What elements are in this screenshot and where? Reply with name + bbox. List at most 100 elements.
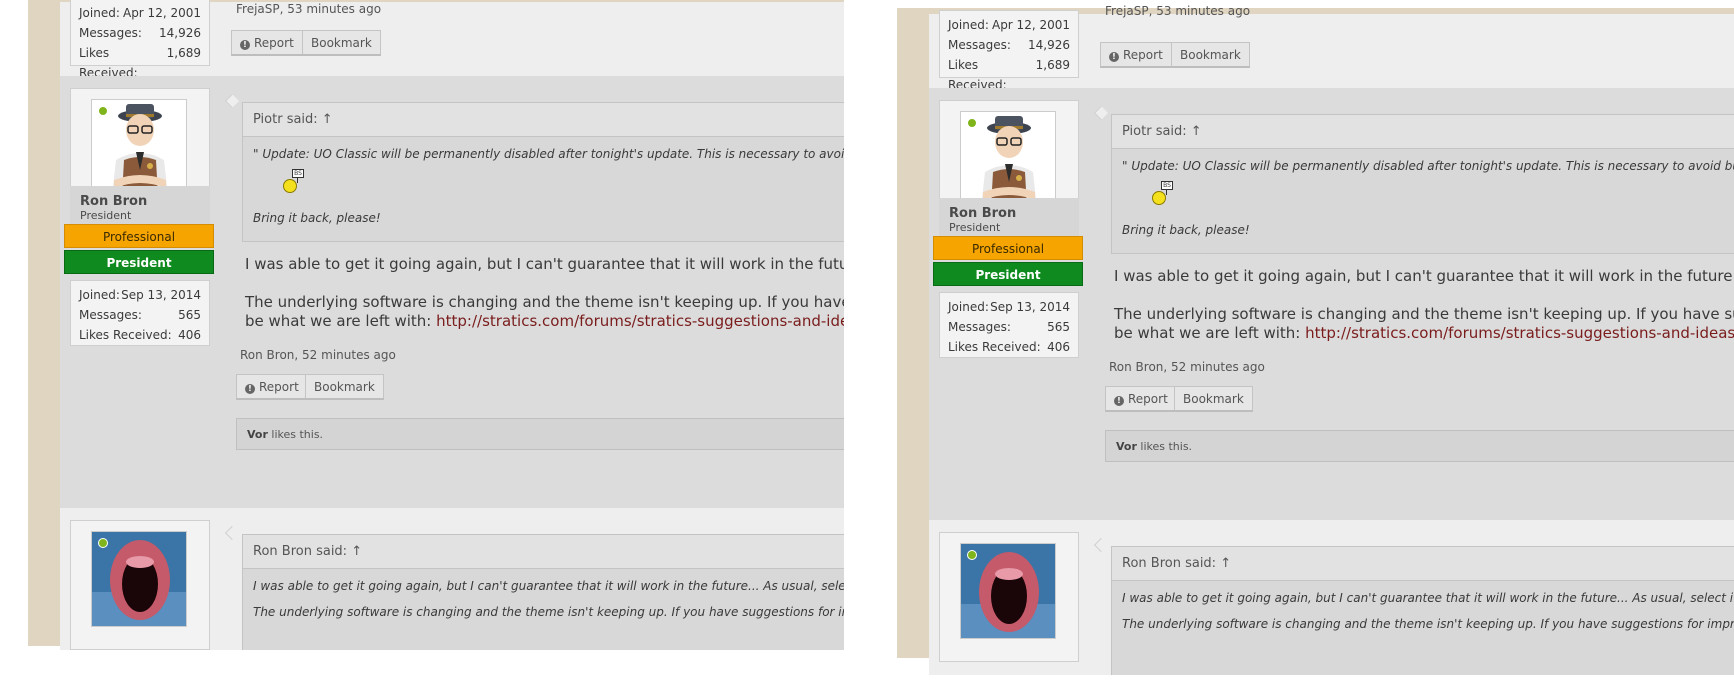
joined-label: Joined: [948, 18, 989, 32]
next-user-avatar-card [70, 520, 210, 650]
sign-emote-icon: BS [273, 169, 313, 205]
quote-line-2: The underlying software is changing and … [253, 605, 844, 619]
bookmark-label: Bookmark [1183, 392, 1244, 406]
likes-label: Likes Received: [948, 340, 1041, 354]
avatar[interactable] [91, 99, 187, 195]
report-button[interactable]: ! Report [231, 30, 303, 56]
likes-suffix: likes this. [267, 428, 324, 441]
messages-label: Messages: [79, 26, 142, 40]
bookmark-button[interactable]: Bookmark [305, 374, 384, 400]
suggestions-link[interactable]: http://stratics.com/forums/stratics-sugg… [436, 312, 844, 330]
post-body-line-2: The underlying software is changing and … [1114, 305, 1734, 323]
post-pointer [1093, 537, 1109, 553]
sign-emote-icon: BS [1142, 181, 1182, 217]
messages-value[interactable]: 565 [178, 305, 201, 325]
user-title: President [80, 209, 132, 222]
post-meta[interactable]: Ron Bron, 52 minutes ago [1109, 360, 1265, 374]
post-body-line-3: be what we are left with: http://stratic… [1114, 323, 1734, 343]
likes-user-link[interactable]: Vor [1116, 440, 1137, 453]
joined-label: Joined: [948, 300, 989, 314]
likes-label: Likes Received: [948, 58, 1007, 92]
post-meta[interactable]: Ron Bron, 52 minutes ago [240, 348, 396, 362]
online-indicator-icon [98, 106, 108, 116]
report-label: Report [1123, 48, 1163, 62]
quote-block: Ron Bron said: ↑ I was able to get it go… [1111, 546, 1734, 686]
previous-post-meta[interactable]: FrejaSP, 53 minutes ago [1105, 4, 1250, 18]
likes-value: 406 [178, 328, 201, 342]
previous-post: Joined: Apr 12, 2001 Messages: 14,926 Like… [929, 4, 1734, 92]
online-indicator-icon [967, 118, 977, 128]
avatar[interactable] [91, 531, 187, 627]
quote-block: Piotr said: ↑ " Update: UO Classic will … [242, 102, 844, 242]
quote-line-2: The underlying software is changing and … [1122, 617, 1734, 631]
messages-value: 14,926 [159, 26, 201, 40]
sign-label: BS [1161, 181, 1173, 190]
quote-line-2: Bring it back, please! [1122, 223, 1250, 237]
likes-user-link[interactable]: Vor [247, 428, 268, 441]
joined-value: Apr 12, 2001 [991, 18, 1070, 32]
info-icon: ! [245, 384, 255, 394]
joined-label: Joined: [79, 288, 120, 302]
post-body-line-2: The underlying software is changing and … [245, 293, 844, 311]
banner-professional: Professional [64, 224, 214, 248]
bookmark-button[interactable]: Bookmark [1174, 386, 1253, 412]
likes-value: 1,689 [166, 46, 201, 60]
avatar[interactable] [960, 543, 1056, 639]
post-body-line-1: I was able to get it going again, but I … [1114, 267, 1734, 285]
banner-president: President [64, 250, 214, 274]
messages-value: 14,926 [1028, 38, 1070, 52]
sign-label: BS [292, 169, 304, 178]
post-body-line-3-prefix: be what we are left with: [245, 312, 437, 330]
quote-author[interactable]: Ron Bron said: ↑ [1112, 547, 1734, 581]
user-stats: Joined: Sep 13, 2014 Messages: 565 Likes R… [70, 280, 210, 346]
post-body-line-3: be what we are left with: http://stratic… [245, 311, 844, 331]
quote-author[interactable]: Piotr said: ↑ [243, 103, 844, 137]
user-title: President [949, 221, 1001, 234]
messages-label[interactable]: Messages: [79, 305, 142, 325]
online-indicator-icon [967, 550, 977, 560]
previous-post: Joined: Apr 12, 2001 Messages: 14,926 Like… [60, 0, 844, 80]
post-ron-bron: Ron Bron President Professional Presiden… [60, 76, 844, 508]
report-button[interactable]: ! Report [1100, 42, 1172, 68]
info-icon: ! [240, 40, 250, 50]
messages-label: Messages: [948, 38, 1011, 52]
messages-value[interactable]: 565 [1047, 317, 1070, 337]
joined-value: Sep 13, 2014 [121, 288, 201, 302]
blank-area [0, 650, 844, 687]
quote-block: Piotr said: ↑ " Update: UO Classic will … [1111, 114, 1734, 254]
next-user-avatar-card [939, 532, 1079, 662]
screenshot-pane-right: Joined: Apr 12, 2001 Messages: 14,926 Like… [877, 0, 1734, 687]
report-button[interactable]: ! Report [1105, 386, 1177, 412]
post-next: Ron Bron said: ↑ I was able to get it go… [929, 520, 1734, 687]
bookmark-button[interactable]: Bookmark [302, 30, 381, 56]
joined-value: Sep 13, 2014 [990, 300, 1070, 314]
joined-value: Apr 12, 2001 [122, 6, 201, 20]
joined-label: Joined: [79, 6, 120, 20]
likes-summary: Vor likes this. [1105, 430, 1734, 462]
bookmark-button[interactable]: Bookmark [1171, 42, 1250, 68]
post-body-line-1: I was able to get it going again, but I … [245, 255, 844, 273]
likes-value: 406 [1047, 340, 1070, 354]
report-label: Report [254, 36, 294, 50]
bookmark-label: Bookmark [1180, 48, 1241, 62]
quote-line-1: " Update: UO Classic will be permanently… [253, 147, 844, 161]
quote-line-1: I was able to get it going again, but I … [1122, 591, 1734, 605]
avatar[interactable] [960, 111, 1056, 207]
quote-author[interactable]: Ron Bron said: ↑ [243, 535, 844, 569]
messages-label[interactable]: Messages: [948, 317, 1011, 337]
post-pointer [224, 93, 240, 109]
previous-post-meta[interactable]: FrejaSP, 53 minutes ago [236, 2, 381, 16]
report-label: Report [259, 380, 299, 394]
banner-professional: Professional [933, 236, 1083, 260]
quote-line-1: " Update: UO Classic will be permanently… [1122, 159, 1734, 173]
bookmark-label: Bookmark [311, 36, 372, 50]
likes-label: Likes Received: [79, 328, 172, 342]
post-pointer [1093, 105, 1109, 121]
username[interactable]: Ron Bron [949, 206, 1069, 221]
quote-author[interactable]: Piotr said: ↑ [1112, 115, 1734, 149]
quote-line-2: Bring it back, please! [253, 211, 381, 225]
username[interactable]: Ron Bron [80, 194, 200, 209]
suggestions-link[interactable]: http://stratics.com/forums/stratics-sugg… [1305, 324, 1734, 342]
previous-user-stats: Joined: Apr 12, 2001 Messages: 14,926 Like… [939, 10, 1079, 92]
report-button[interactable]: ! Report [236, 374, 308, 400]
